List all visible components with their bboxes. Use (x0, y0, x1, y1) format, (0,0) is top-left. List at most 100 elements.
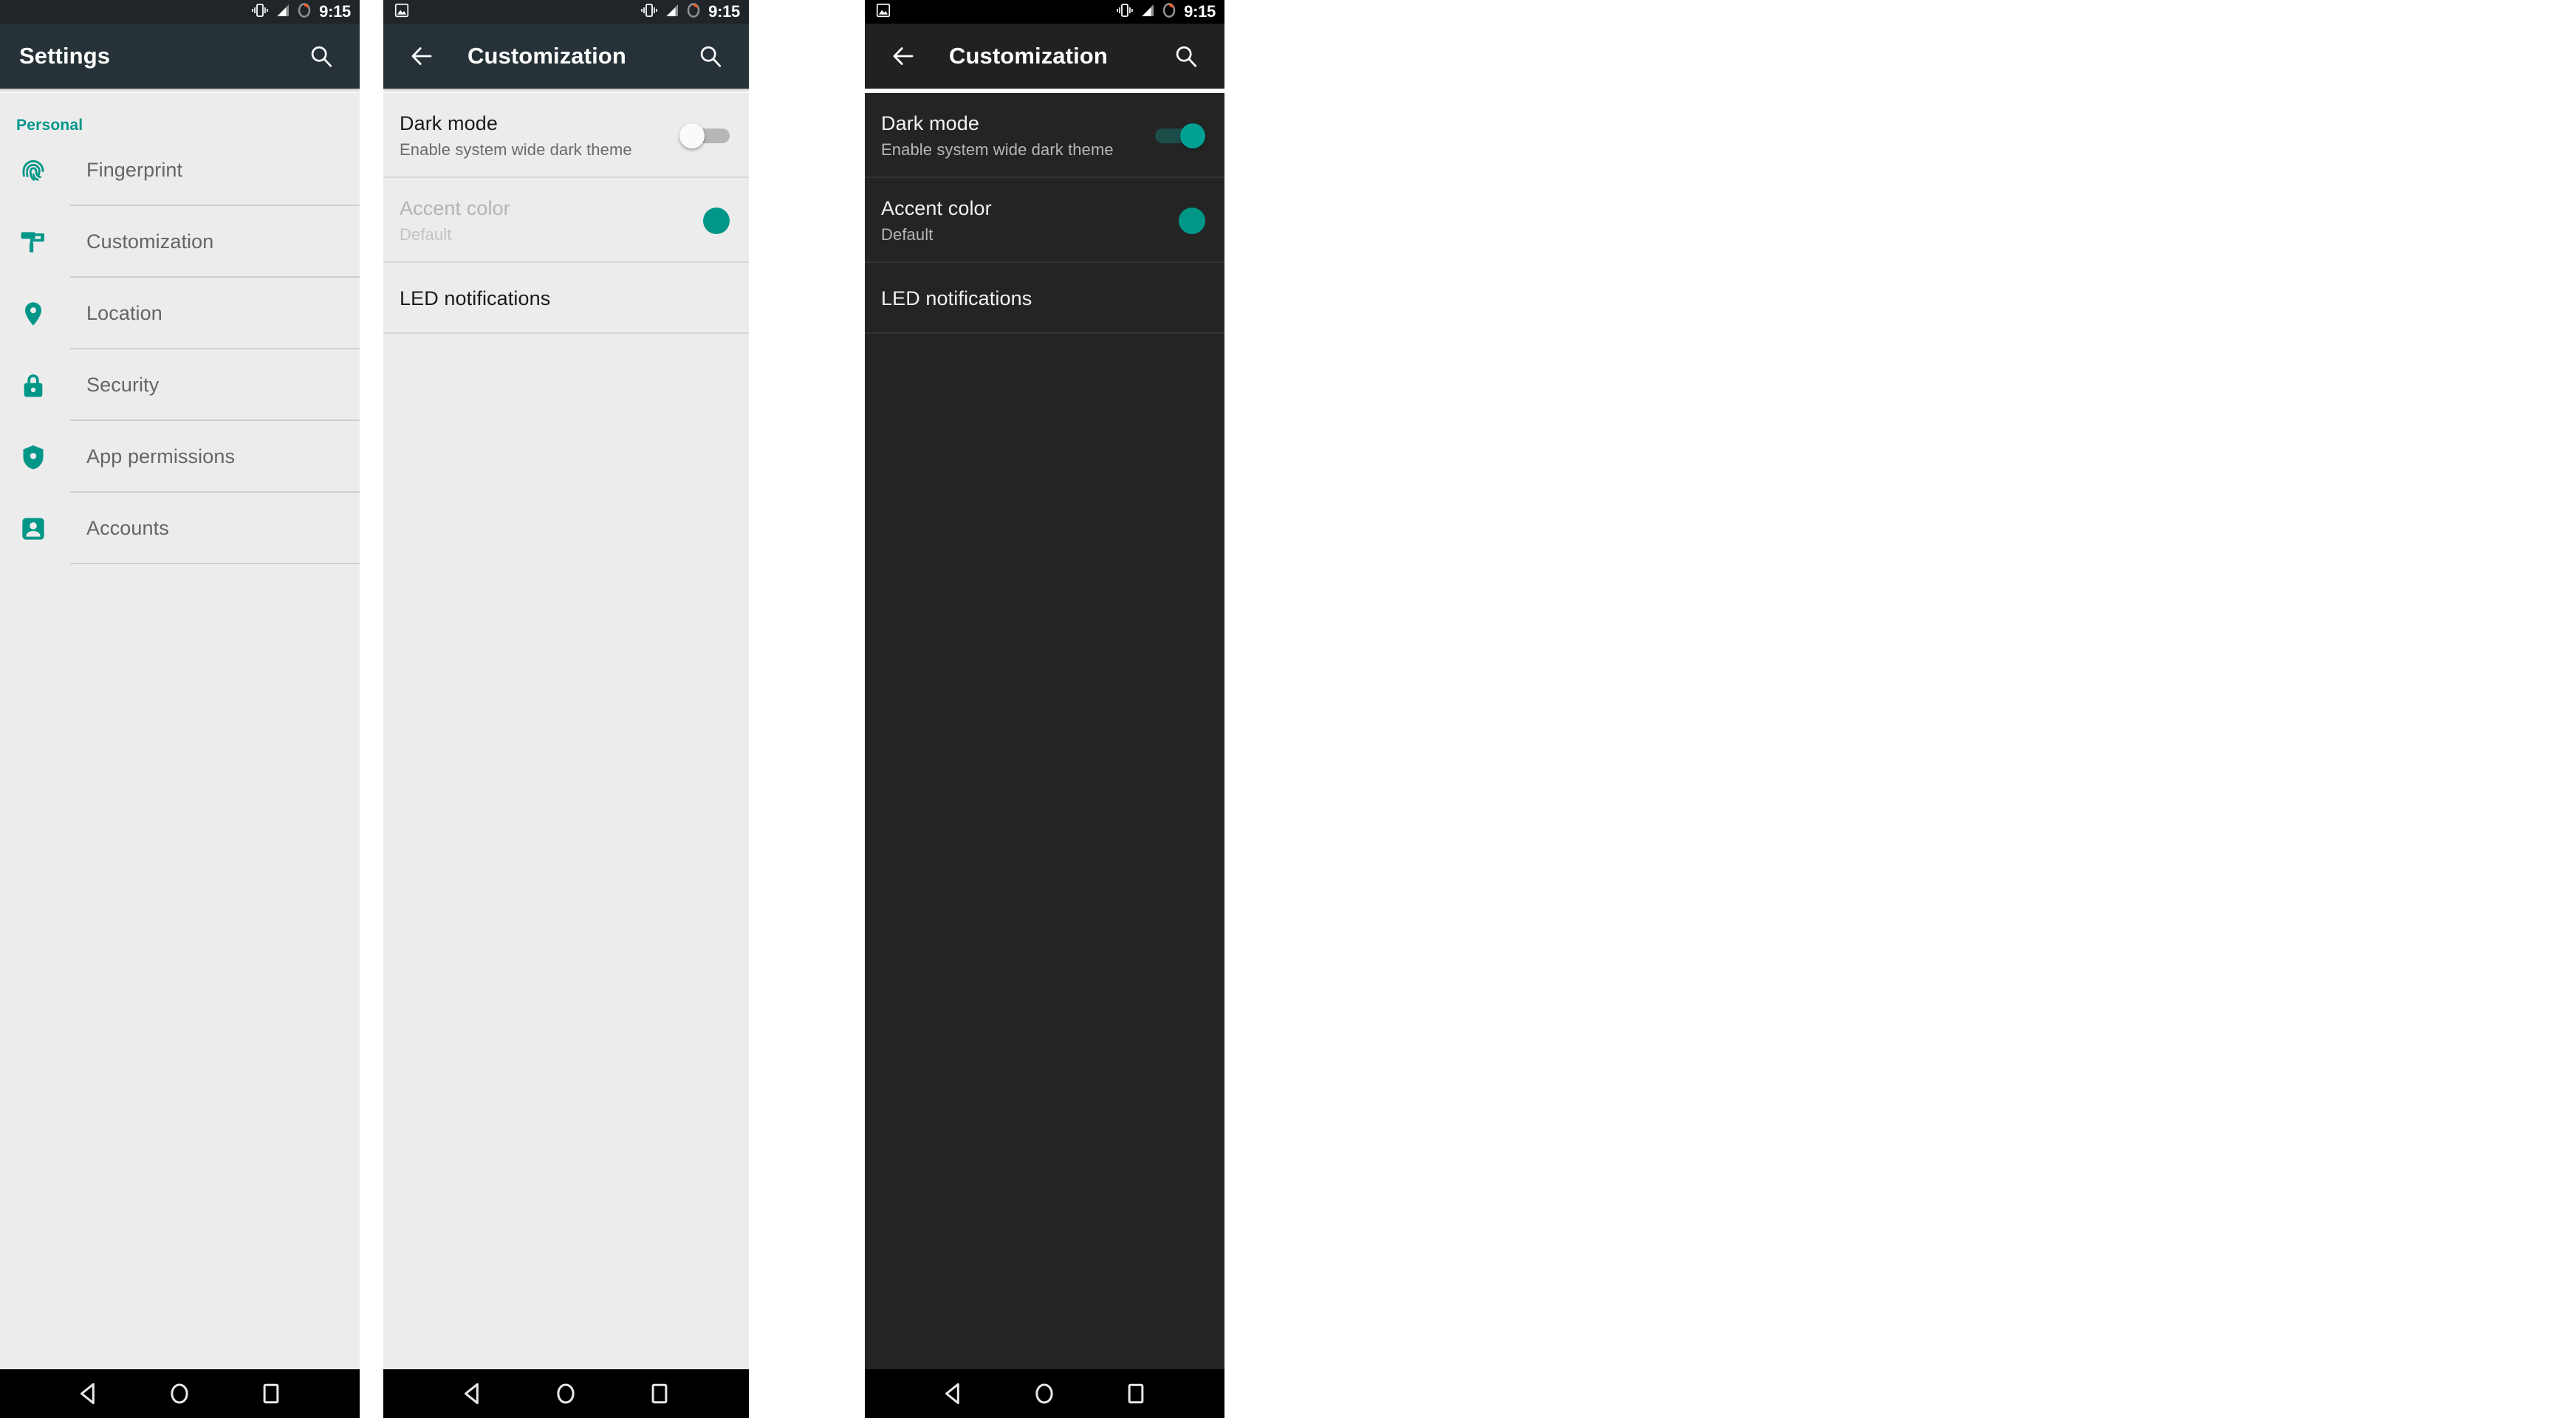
status-bar-notifications (875, 2, 891, 22)
settings-item-location[interactable]: Location (0, 278, 360, 349)
switch-thumb (679, 123, 705, 148)
settings-item-label: App permissions (86, 445, 236, 467)
accent-color-dot[interactable] (1179, 207, 1205, 234)
pref-title: LED notifications (400, 287, 551, 309)
recents-square-icon[interactable] (1110, 1375, 1162, 1412)
pref-subtitle: Enable system wide dark theme (881, 140, 1114, 159)
paint-roller-icon (16, 227, 50, 257)
vibrate-icon (640, 3, 658, 21)
pref-texts: LED notifications (881, 287, 1032, 310)
toolbar: Customization (865, 24, 1224, 89)
home-circle-icon[interactable] (1018, 1375, 1070, 1412)
navigation-bar (865, 1369, 1224, 1418)
panel-gap (749, 0, 865, 1418)
vibrate-icon (251, 3, 269, 21)
screenshot-image-icon (875, 2, 891, 22)
signal-icon (665, 3, 679, 21)
pref-row-accent-color: Accent color Default (383, 178, 749, 263)
customization-prefs: Dark mode Enable system wide dark theme … (865, 93, 1224, 1369)
fingerprint-icon (16, 156, 50, 185)
signal-icon (1140, 3, 1155, 21)
location-pin-icon (16, 299, 50, 329)
status-bar-system-icons: 9:15 (1116, 2, 1216, 22)
status-bar-notifications (394, 2, 410, 22)
settings-item-customization[interactable]: Customization (0, 206, 360, 278)
back-triangle-icon[interactable] (63, 1375, 114, 1412)
pref-title: Dark mode (400, 112, 498, 134)
settings-list: Personal Fingerprint Customization Locat… (0, 93, 360, 1369)
pref-row-led-notifications[interactable]: LED notifications (865, 263, 1224, 334)
dark-mode-switch[interactable] (1155, 120, 1205, 151)
shield-icon (16, 442, 50, 472)
arrow-back-icon[interactable] (402, 37, 441, 75)
accent-color-dot (703, 207, 730, 234)
status-bar: 9:15 (865, 0, 1224, 24)
clock: 9:15 (708, 2, 740, 21)
pref-divider (865, 332, 1224, 334)
pref-subtitle: Enable system wide dark theme (400, 140, 632, 159)
pref-row-accent-color[interactable]: Accent color Default (865, 178, 1224, 263)
settings-item-label: Accounts (86, 517, 169, 539)
back-triangle-icon[interactable] (928, 1375, 979, 1412)
phone-screen-settings: 9:15 Settings Personal Fingerprint Custo… (0, 0, 360, 1418)
pref-subtitle: Default (881, 225, 934, 244)
panel-gap (360, 0, 383, 1418)
customization-prefs: Dark mode Enable system wide dark theme … (383, 93, 749, 1369)
settings-item-security[interactable]: Security (0, 349, 360, 421)
status-bar-system-icons: 9:15 (640, 2, 740, 22)
home-circle-icon[interactable] (540, 1375, 592, 1412)
recents-square-icon[interactable] (245, 1375, 297, 1412)
pref-texts: LED notifications (400, 287, 550, 310)
dark-mode-switch[interactable] (679, 120, 730, 151)
pref-control (1179, 207, 1205, 234)
pref-subtitle: Default (400, 225, 452, 244)
pref-row-led-notifications[interactable]: LED notifications (383, 263, 749, 334)
clock: 9:15 (319, 2, 351, 21)
navigation-bar (383, 1369, 749, 1418)
pref-control (703, 207, 730, 234)
arrow-back-icon[interactable] (884, 37, 922, 75)
pref-texts: Accent color Default (881, 197, 992, 244)
pref-texts: Accent color Default (400, 197, 510, 244)
lock-icon (16, 371, 50, 400)
status-bar: 9:15 (383, 0, 749, 24)
search-icon[interactable] (1167, 37, 1205, 75)
home-circle-icon[interactable] (154, 1375, 205, 1412)
back-triangle-icon[interactable] (447, 1375, 499, 1412)
battery-icon (297, 2, 312, 22)
clock: 9:15 (1184, 2, 1216, 21)
pref-title: LED notifications (881, 287, 1032, 309)
pref-title: Accent color (881, 196, 992, 219)
phone-screen-customization-dark: 9:15 Customization Dark mode Enable syst… (865, 0, 1224, 1418)
status-bar: 9:15 (0, 0, 360, 24)
pref-title: Accent color (400, 196, 510, 219)
search-icon[interactable] (302, 37, 340, 75)
settings-item-label: Security (86, 374, 160, 396)
vibrate-icon (1116, 3, 1134, 21)
page-title: Customization (467, 43, 626, 69)
toolbar: Settings (0, 24, 360, 89)
phone-screen-customization-light: 9:15 Customization Dark mode Enable syst… (383, 0, 749, 1418)
settings-item-app-permissions[interactable]: App permissions (0, 421, 360, 493)
pref-row-dark-mode[interactable]: Dark mode Enable system wide dark theme (383, 93, 749, 178)
three-screenshot-strip: 9:15 Settings Personal Fingerprint Custo… (0, 0, 2576, 1418)
section-header-personal: Personal (16, 117, 83, 134)
pref-divider (383, 332, 749, 334)
page-title: Settings (19, 43, 111, 69)
settings-item-accounts[interactable]: Accounts (0, 493, 360, 564)
screenshot-image-icon (394, 2, 410, 22)
signal-icon (275, 3, 290, 21)
settings-item-label: Fingerprint (86, 159, 183, 181)
settings-item-fingerprint[interactable]: Fingerprint (0, 134, 360, 206)
pref-control (1155, 120, 1205, 151)
recents-square-icon[interactable] (634, 1375, 685, 1412)
pref-control (679, 120, 730, 151)
search-icon[interactable] (691, 37, 730, 75)
navigation-bar (0, 1369, 360, 1418)
row-divider (70, 563, 360, 564)
pref-texts: Dark mode Enable system wide dark theme (881, 112, 1114, 160)
battery-icon (686, 2, 701, 22)
pref-row-dark-mode[interactable]: Dark mode Enable system wide dark theme (865, 93, 1224, 178)
person-box-icon (16, 514, 50, 544)
toolbar: Customization (383, 24, 749, 89)
